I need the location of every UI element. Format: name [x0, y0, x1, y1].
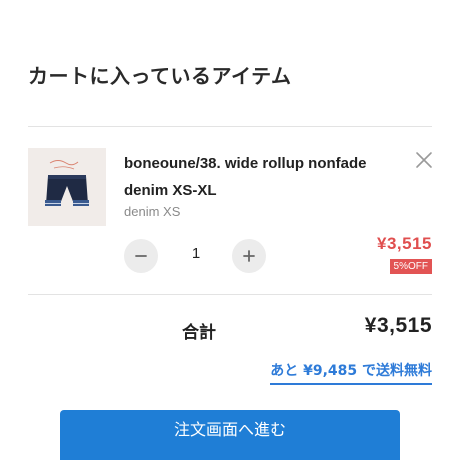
product-thumbnail[interactable] [28, 148, 106, 226]
product-variant: denim XS [124, 204, 181, 219]
close-icon [416, 152, 432, 168]
quantity-value: 1 [191, 245, 201, 262]
discount-badge: 5%OFF [389, 259, 432, 274]
checkout-button[interactable]: 注文画面へ進む [60, 410, 400, 460]
divider [28, 126, 432, 127]
checkout-button-label: 注文画面へ進む [173, 420, 286, 439]
plus-icon [243, 250, 255, 262]
total-label: 合計 [182, 323, 216, 343]
remove-item-button[interactable] [414, 150, 434, 170]
divider [28, 294, 432, 295]
free-shipping-link[interactable]: あと ¥9,485 で送料無料 [270, 360, 432, 385]
increase-quantity-button[interactable] [232, 239, 266, 273]
item-price: ¥3,515 [377, 234, 432, 253]
minus-icon [135, 255, 147, 257]
page-title: カートに入っているアイテム [28, 64, 292, 88]
decrease-quantity-button[interactable] [124, 239, 158, 273]
total-amount: ¥3,515 [364, 314, 432, 337]
denim-pants-image [28, 148, 106, 226]
product-name[interactable]: boneoune/38. wide rollup nonfade denim X… [124, 150, 384, 204]
